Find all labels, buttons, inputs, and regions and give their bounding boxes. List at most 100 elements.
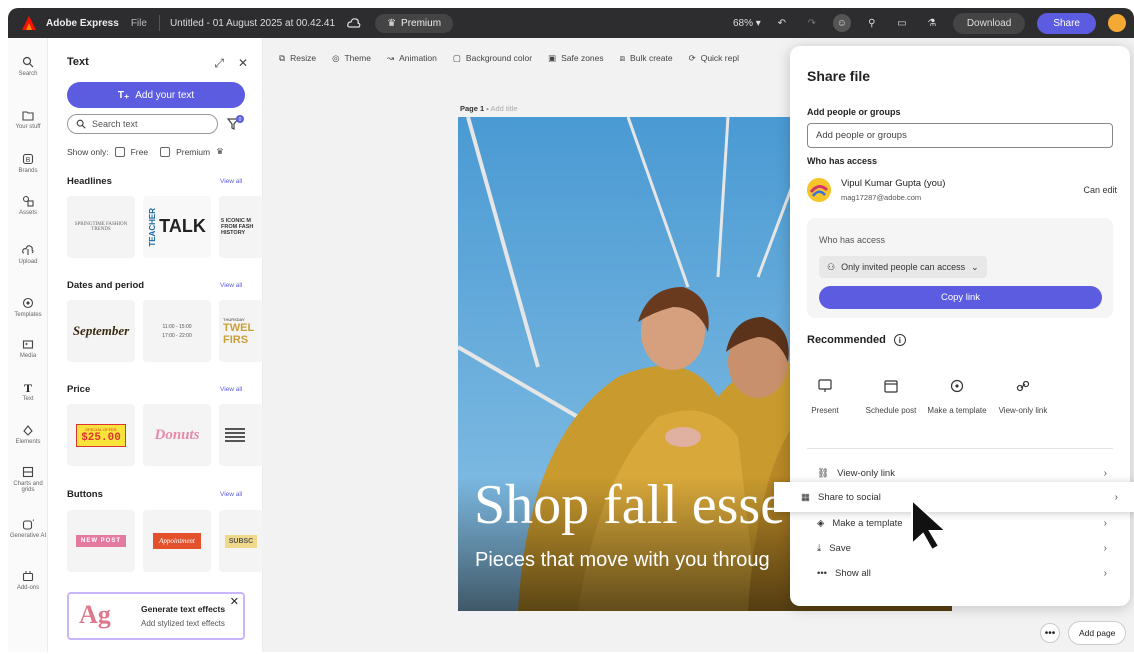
thumb-text: TEACHER xyxy=(148,207,158,247)
flask-icon[interactable]: ⚗ xyxy=(923,14,941,32)
access-level-select[interactable]: ⚇ Only invited people can access ⌄ xyxy=(819,256,987,278)
thumb-text: 17:00 - 22:00 xyxy=(162,332,192,339)
date-template-1[interactable]: September xyxy=(67,300,135,362)
access-level-value: Only invited people can access xyxy=(841,262,966,272)
button-template-2[interactable]: Appointment xyxy=(143,510,211,572)
rail-item-charts[interactable]: Charts and grids xyxy=(8,466,48,493)
file-menu[interactable]: File xyxy=(131,18,147,29)
permission-dropdown[interactable]: Can edit xyxy=(1083,185,1117,195)
add-your-text-button[interactable]: T₊ Add your text xyxy=(67,82,245,108)
close-icon[interactable]: ✕ xyxy=(238,56,248,71)
view-all-link[interactable]: View all xyxy=(220,282,242,289)
headline-template-3[interactable]: 5 ICONIC M FROM FASH HISTORY xyxy=(219,196,263,258)
rail-label: Generative AI xyxy=(9,533,47,539)
recommended-make-template[interactable]: Make a template xyxy=(927,376,987,417)
generate-text-effects-card[interactable]: Ag Generate text effects Add stylized te… xyxy=(67,592,245,640)
recommended-label: Recommended xyxy=(807,334,886,346)
price-template-2[interactable]: Donuts xyxy=(143,404,211,466)
add-people-placeholder: Add people or groups xyxy=(816,130,907,141)
page-label[interactable]: Page 1 - Add title xyxy=(460,104,518,113)
info-icon[interactable]: i xyxy=(893,334,906,346)
zoom-level[interactable]: 68% ▾ xyxy=(733,18,761,29)
headline-template-1[interactable]: SPRINGTIME FASHION TRENDS xyxy=(67,196,135,258)
top-bar: Adobe Express File Untitled - 01 August … xyxy=(8,8,1134,38)
row-save[interactable]: ⤓ Save › xyxy=(817,539,1107,557)
thumb-text: Appointment xyxy=(153,533,201,549)
view-all-link[interactable]: View all xyxy=(220,386,242,393)
button-template-3[interactable]: SUBSC xyxy=(219,510,263,572)
thumb-text: SUBSC xyxy=(224,534,258,548)
comment-icon[interactable]: ▭ xyxy=(893,14,911,32)
view-all-link[interactable]: View all xyxy=(220,178,242,185)
design-headline[interactable]: Shop fall esse xyxy=(474,473,785,537)
premium-button[interactable]: ♛ Premium xyxy=(375,13,454,33)
rail-item-addons[interactable]: Add-ons xyxy=(8,570,48,591)
rail-item-search[interactable]: Search xyxy=(8,56,48,77)
rail-label: Media xyxy=(19,353,37,359)
rail-item-your-stuff[interactable]: Your stuff xyxy=(8,110,48,130)
rail-item-elements[interactable]: Elements xyxy=(8,424,48,445)
price-tag: SPECIAL OFFER $25.00 xyxy=(76,423,126,447)
date-template-2[interactable]: 11:00 - 15:00 17:00 - 22:00 xyxy=(143,300,211,362)
document-title[interactable]: Untitled - 01 August 2025 at 00.42.41 xyxy=(170,18,335,29)
animation-button[interactable]: ↝ Animation xyxy=(387,53,437,64)
download-button[interactable]: Download xyxy=(952,12,1026,34)
premium-label: Premium xyxy=(176,146,211,157)
filter-icon[interactable]: 0 xyxy=(225,114,245,134)
copy-link-button[interactable]: Copy link xyxy=(819,286,1102,309)
rail-item-text[interactable]: T Text xyxy=(8,381,48,402)
text-icon: T xyxy=(24,381,32,393)
resize-button[interactable]: ⧉ Resize xyxy=(279,53,316,64)
add-page-button[interactable]: Add page xyxy=(1068,621,1127,645)
quick-replace-button[interactable]: ⟳ Quick repl xyxy=(689,53,739,64)
price-template-1[interactable]: SPECIAL OFFER $25.00 xyxy=(67,404,135,466)
add-people-input[interactable]: Add people or groups xyxy=(807,123,1113,148)
rail-item-assets[interactable]: Assets xyxy=(8,195,48,216)
social-icon: ▦ xyxy=(801,491,810,503)
recommended-present[interactable]: Present xyxy=(795,376,855,417)
row-share-to-social[interactable]: ▦ Share to social › xyxy=(774,482,1134,512)
design-subline[interactable]: Pieces that move with you throug xyxy=(475,549,770,572)
thumb-text: 5 ICONIC M FROM FASH HISTORY xyxy=(221,218,254,236)
adobe-express-logo-icon[interactable] xyxy=(20,14,38,32)
search-text-input[interactable]: Search text xyxy=(67,114,218,134)
collaborate-icon[interactable]: ☺ xyxy=(832,14,851,32)
theme-button[interactable]: ◎ Theme xyxy=(332,53,371,64)
thumb-text: Donuts xyxy=(154,426,200,443)
recommended-view-only-link[interactable]: View-only link xyxy=(993,376,1053,417)
close-icon[interactable]: ✕ xyxy=(230,595,239,608)
rail-item-media[interactable]: Media xyxy=(8,338,48,359)
ai-icon: ✦ xyxy=(22,518,34,530)
rail-item-templates[interactable]: Templates xyxy=(8,297,48,318)
undo-icon[interactable]: ↶ xyxy=(773,14,791,32)
theme-label: Theme xyxy=(344,53,371,63)
template-icon xyxy=(947,376,967,396)
expand-icon[interactable]: ⤢ xyxy=(214,56,224,71)
headline-template-2[interactable]: TEACHER TALK xyxy=(143,196,211,258)
more-options-button[interactable]: ••• xyxy=(1040,623,1060,643)
view-all-link[interactable]: View all xyxy=(220,491,242,498)
rail-item-upload[interactable]: Upload xyxy=(8,244,48,265)
rail-item-brands[interactable]: B Brands xyxy=(8,153,48,174)
upload-icon xyxy=(22,245,34,255)
crown-icon: ♛ xyxy=(387,17,397,29)
row-show-all[interactable]: ••• Show all › xyxy=(817,564,1107,582)
row-view-only-link[interactable]: ⛓ View-only link › xyxy=(817,464,1107,482)
rail-item-generative-ai[interactable]: ✦ Generative AI xyxy=(8,518,48,539)
user-avatar[interactable] xyxy=(1108,14,1126,32)
redo-icon[interactable]: ↷ xyxy=(803,14,821,32)
background-color-button[interactable]: ▢ Background color xyxy=(453,53,532,64)
free-checkbox[interactable] xyxy=(114,146,125,157)
safe-zones-button[interactable]: ▣ Safe zones xyxy=(548,53,604,64)
more-icon: ••• xyxy=(817,567,827,579)
price-template-3[interactable] xyxy=(219,404,263,466)
svg-text:0: 0 xyxy=(239,117,242,123)
premium-checkbox[interactable] xyxy=(160,146,171,157)
date-template-3[interactable]: THURSDAY TWEL FIRS xyxy=(219,300,263,362)
row-make-template[interactable]: ◈ Make a template › xyxy=(817,514,1107,532)
recommended-schedule-post[interactable]: Schedule post xyxy=(861,376,921,417)
share-button[interactable]: Share xyxy=(1037,12,1096,34)
button-template-1[interactable]: NEW POST xyxy=(67,510,135,572)
lightbulb-icon[interactable]: ⚲ xyxy=(863,14,881,32)
bulk-create-button[interactable]: ⧈ Bulk create xyxy=(620,53,673,64)
